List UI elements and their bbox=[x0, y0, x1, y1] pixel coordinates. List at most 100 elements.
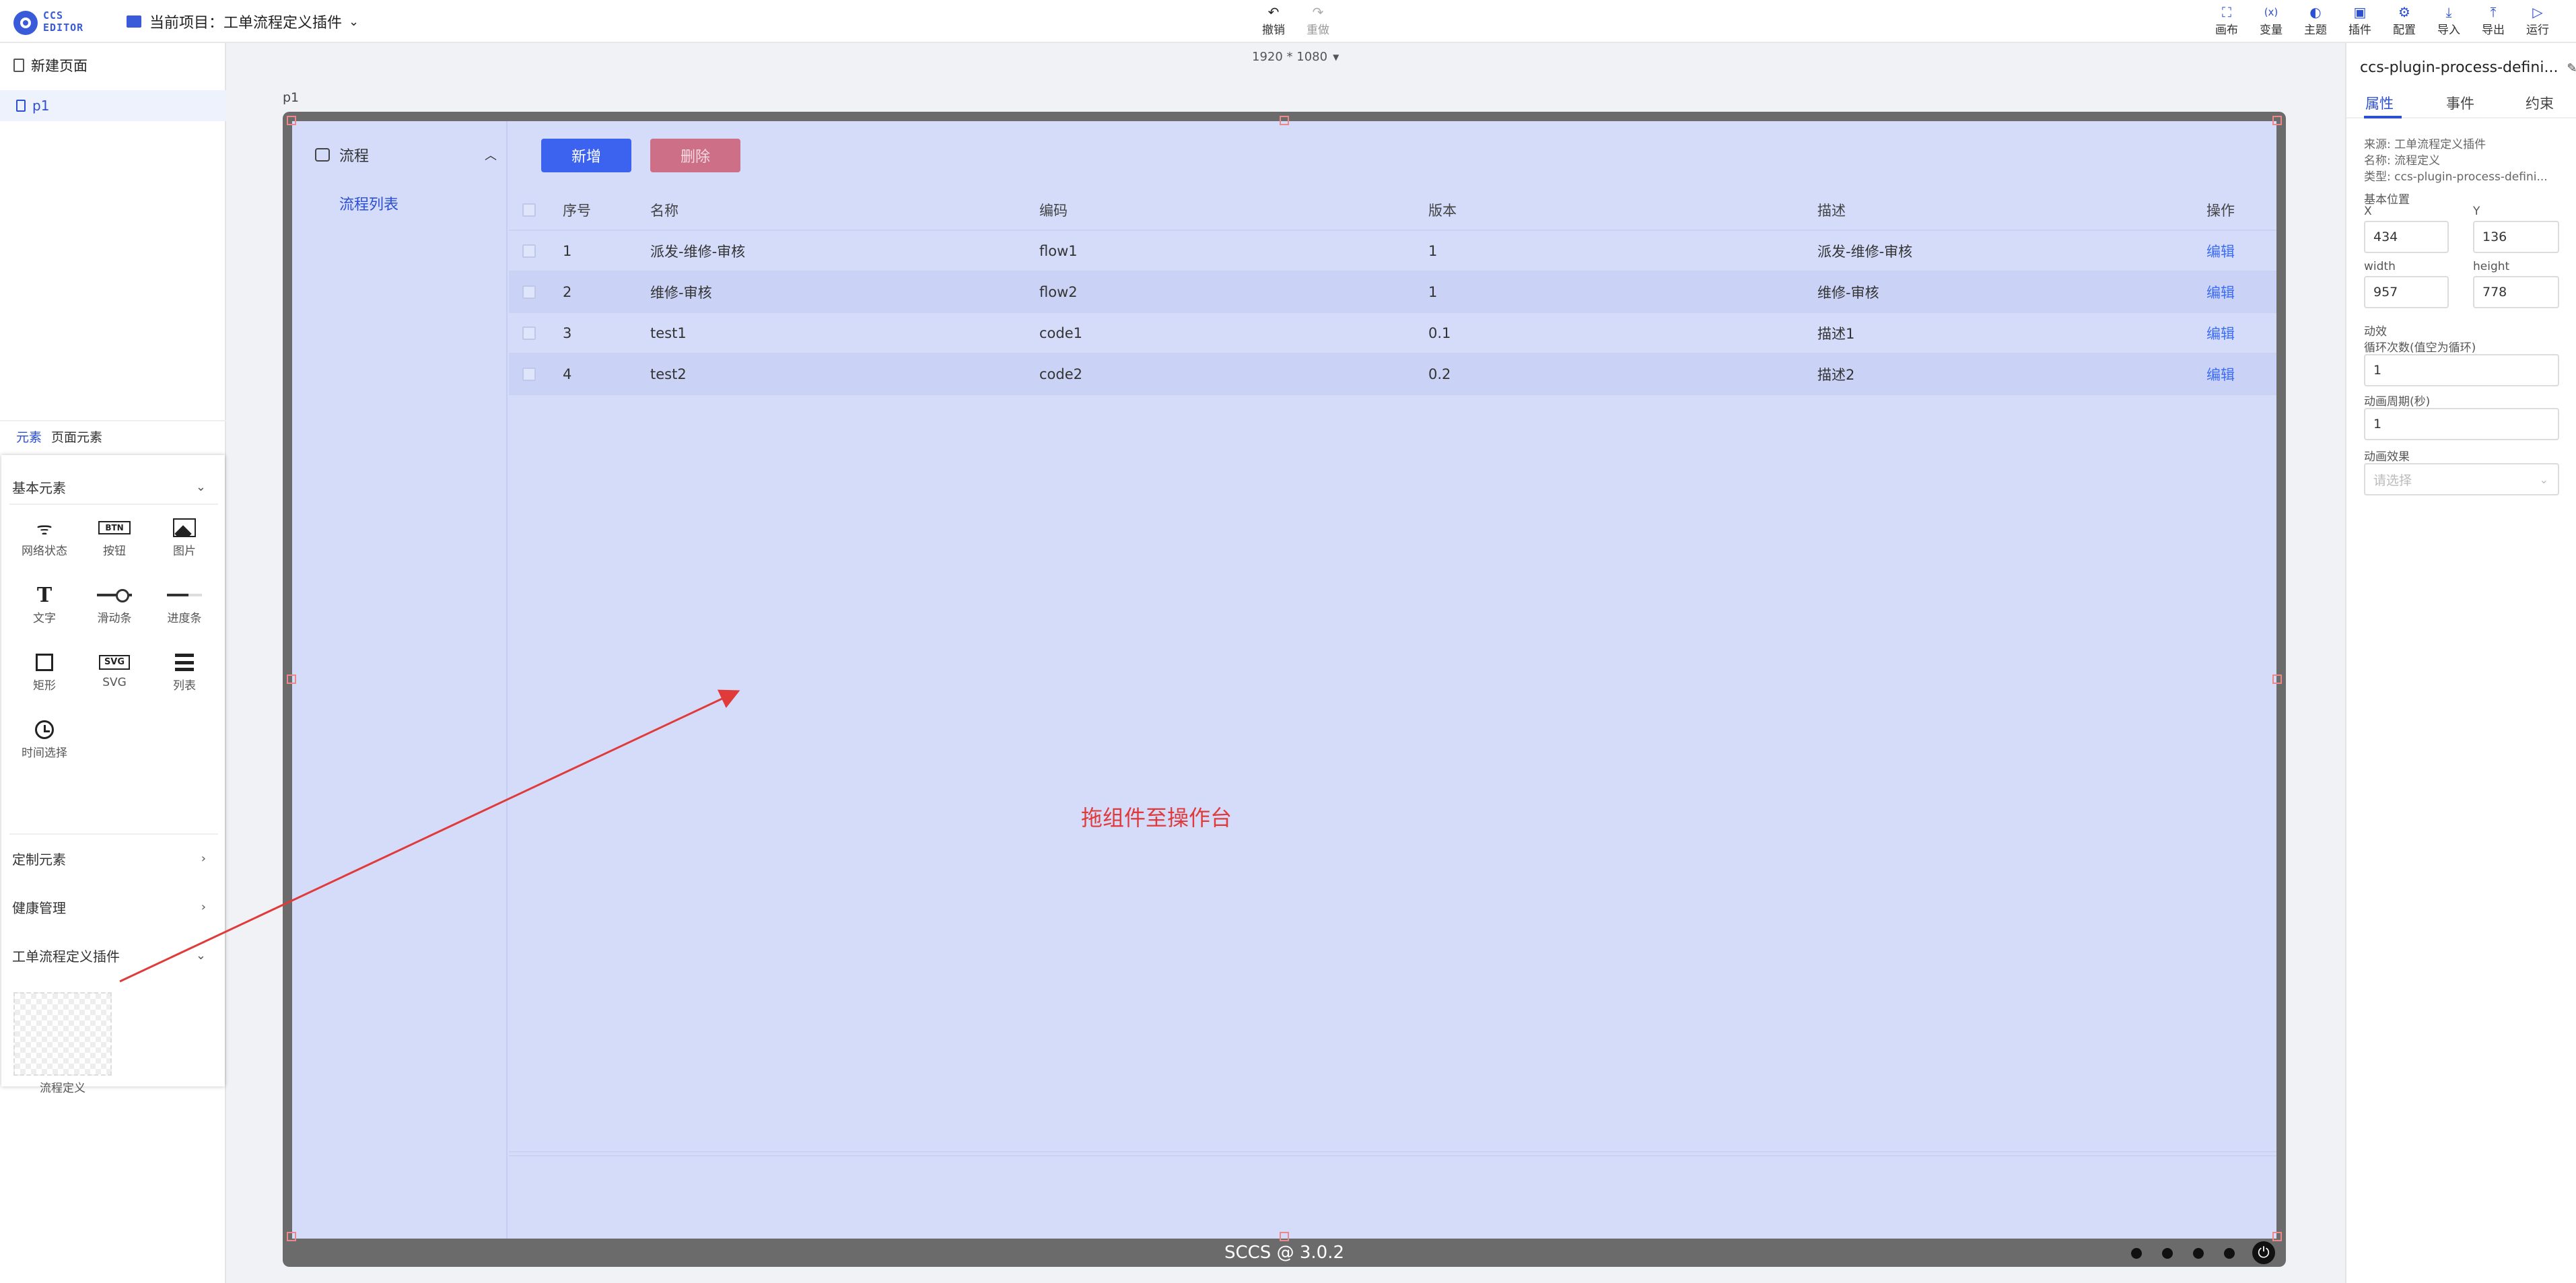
group-health-management[interactable]: 健康管理 › bbox=[1, 890, 225, 924]
edit-link[interactable]: 编辑 bbox=[2206, 364, 2235, 384]
plugin-widget-process-definition[interactable] bbox=[13, 992, 112, 1076]
resize-handle[interactable] bbox=[2272, 674, 2282, 684]
import-tool-label: 导入 bbox=[2437, 24, 2460, 37]
group-workorder-plugin[interactable]: 工单流程定义插件 ⌄ bbox=[1, 938, 225, 972]
page-item-label: p1 bbox=[32, 98, 50, 114]
row-checkbox[interactable] bbox=[522, 326, 536, 340]
loop-count-input[interactable]: 1 bbox=[2364, 354, 2559, 386]
preview-menu-header[interactable]: 流程 ︿ bbox=[315, 141, 497, 168]
run-tool-button[interactable]: ▷ 运行 bbox=[2517, 4, 2558, 39]
x-input[interactable]: 434 bbox=[2364, 221, 2449, 253]
component-name: 名称: 流程定义 bbox=[2364, 154, 2441, 168]
width-input[interactable]: 957 bbox=[2364, 276, 2449, 308]
table-row: 3 test1 code1 0.1 描述1 编辑 bbox=[509, 313, 2276, 354]
effect-select[interactable]: 请选择 ⌄ bbox=[2364, 463, 2559, 495]
widget-network-status[interactable]: ᯤ 网络状态 bbox=[11, 514, 78, 568]
resize-handle[interactable] bbox=[2272, 116, 2282, 125]
undo-label: 撤销 bbox=[1262, 24, 1285, 37]
tab-attributes[interactable]: 属性 bbox=[2365, 93, 2394, 113]
properties-tabs: 属性 事件 约束 bbox=[2346, 88, 2576, 118]
plugin-tool-button[interactable]: ▣ 插件 bbox=[2340, 4, 2380, 39]
column-header: 编码 bbox=[1039, 202, 1068, 219]
edit-icon[interactable]: ✎ bbox=[2567, 61, 2576, 75]
tab-events[interactable]: 事件 bbox=[2446, 93, 2474, 113]
cell-version: 1 bbox=[1428, 283, 1438, 300]
widget-button[interactable]: BTN 按钮 bbox=[81, 514, 148, 568]
component-title: ccs-plugin-process-defini... ✎ bbox=[2360, 59, 2576, 76]
tab-constraints[interactable]: 约束 bbox=[2526, 93, 2554, 113]
chevron-down-icon: ⌄ bbox=[195, 479, 206, 494]
project-label: 当前项目：工单流程定义插件 bbox=[149, 15, 343, 32]
preview-menu-item[interactable]: 流程列表 bbox=[339, 193, 398, 214]
widget-label: 进度条 bbox=[167, 612, 202, 625]
period-input[interactable]: 1 bbox=[2364, 408, 2559, 440]
widget-progress[interactable]: 进度条 bbox=[151, 582, 218, 635]
period-label: 动画周期(秒) bbox=[2364, 395, 2431, 409]
widget-label: 网络状态 bbox=[22, 545, 67, 558]
export-tool-button[interactable]: ⤒ 导出 bbox=[2473, 4, 2513, 39]
row-checkbox[interactable] bbox=[522, 244, 536, 258]
new-page-label: 新建页面 bbox=[31, 58, 88, 74]
config-tool-button[interactable]: ⚙ 配置 bbox=[2384, 4, 2425, 39]
column-header: 版本 bbox=[1428, 202, 1457, 219]
tab-elements[interactable]: 元素 bbox=[16, 427, 42, 446]
undo-button[interactable]: ↶ 撤销 bbox=[1253, 4, 1294, 39]
canvas-tool-button[interactable]: ⛶ 画布 bbox=[2206, 4, 2247, 39]
edit-link[interactable]: 编辑 bbox=[2206, 241, 2235, 261]
edit-link[interactable]: 编辑 bbox=[2206, 282, 2235, 302]
table-row: 1 派发-维修-审核 flow1 1 派发-维修-审核 编辑 bbox=[509, 231, 2276, 272]
resize-handle[interactable] bbox=[287, 674, 296, 684]
chevron-right-icon: › bbox=[201, 851, 206, 866]
widget-list[interactable]: 列表 bbox=[151, 649, 218, 703]
cell-code: flow1 bbox=[1039, 242, 1078, 259]
text-icon: T bbox=[36, 583, 53, 607]
widget-time-picker[interactable]: 时间选择 bbox=[11, 716, 78, 770]
project-selector[interactable]: 当前项目：工单流程定义插件 ⌄ bbox=[127, 11, 359, 32]
canvas-screen[interactable]: 流程 ︿ 流程列表 新增 删除 序号 名称 编码 版本 描述 操作 1 派发-维… bbox=[292, 121, 2276, 1239]
resize-handle[interactable] bbox=[287, 116, 296, 125]
group-title: 健康管理 bbox=[12, 899, 66, 916]
import-tool-button[interactable]: ⤓ 导入 bbox=[2429, 4, 2469, 39]
height-input[interactable]: 778 bbox=[2473, 276, 2559, 308]
widget-svg[interactable]: SVG SVG bbox=[81, 649, 148, 703]
page-item-p1[interactable]: p1 bbox=[0, 90, 226, 121]
widget-text[interactable]: T 文字 bbox=[11, 582, 78, 635]
button-glyph: BTN bbox=[98, 521, 131, 534]
cell-index: 4 bbox=[563, 366, 572, 382]
power-icon[interactable]: ⏻ bbox=[2252, 1241, 2275, 1264]
widget-rectangle[interactable]: 矩形 bbox=[11, 649, 78, 703]
row-checkbox[interactable] bbox=[522, 285, 536, 299]
row-checkbox[interactable] bbox=[522, 367, 536, 381]
new-page-button[interactable]: 新建页面 bbox=[13, 55, 88, 75]
cell-code: flow2 bbox=[1039, 283, 1078, 300]
variable-tool-button[interactable]: (x) 变量 bbox=[2251, 4, 2291, 39]
select-all-checkbox[interactable] bbox=[522, 203, 536, 217]
table-footer bbox=[509, 1151, 2276, 1156]
canvas-size-selector[interactable]: 1920 * 1080 ▼ bbox=[1252, 50, 1339, 64]
run-tool-label: 运行 bbox=[2526, 24, 2549, 37]
height-label: height bbox=[2473, 260, 2510, 273]
group-basic-elements[interactable]: 基本元素 ⌄ bbox=[1, 470, 225, 504]
redo-label: 重做 bbox=[1307, 24, 1329, 37]
cell-code: code2 bbox=[1039, 366, 1083, 382]
resize-handle[interactable] bbox=[1280, 116, 1289, 125]
preview-delete-button[interactable]: 删除 bbox=[650, 139, 740, 172]
tab-page-elements[interactable]: 页面元素 bbox=[51, 427, 102, 446]
y-input[interactable]: 136 bbox=[2473, 221, 2559, 253]
app-logo: CCS EDITOR bbox=[13, 8, 101, 35]
widget-image[interactable]: 图片 bbox=[151, 514, 218, 568]
edit-link[interactable]: 编辑 bbox=[2206, 323, 2235, 343]
cell-description: 描述2 bbox=[1817, 366, 1855, 383]
redo-button[interactable]: ↷ 重做 bbox=[1298, 4, 1338, 39]
group-title: 基本元素 bbox=[12, 479, 66, 496]
chevron-up-icon: ︿ bbox=[485, 149, 497, 163]
theme-tool-label: 主题 bbox=[2304, 24, 2327, 37]
x-label: X bbox=[2364, 205, 2372, 218]
element-library: 基本元素 ⌄ ᯤ 网络状态 BTN 按钮 图片 T 文字 滑动条 进度条 矩形 … bbox=[1, 455, 225, 1095]
widget-slider[interactable]: 滑动条 bbox=[81, 582, 148, 635]
theme-tool-button[interactable]: ◐ 主题 bbox=[2295, 4, 2336, 39]
preview-add-button[interactable]: 新增 bbox=[541, 139, 631, 172]
component-source: 来源: 工单流程定义插件 bbox=[2364, 138, 2486, 151]
canvas-page-name: p1 bbox=[283, 90, 300, 105]
group-custom-elements[interactable]: 定制元素 › bbox=[1, 841, 225, 875]
